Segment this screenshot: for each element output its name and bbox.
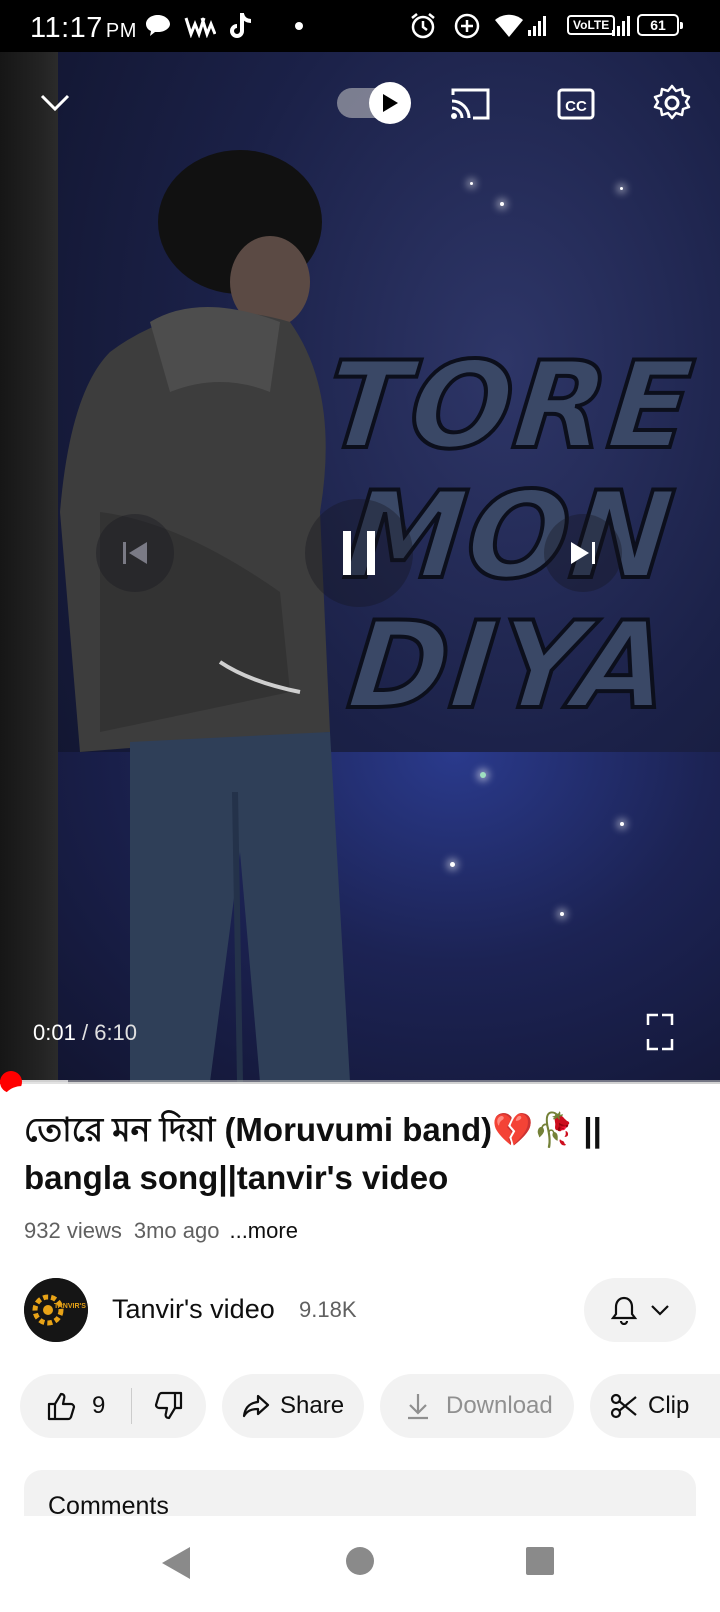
signal-icon (528, 10, 548, 42)
video-details: তোরে মন দিয়া (Moruvumi band)💔🥀 || bangl… (0, 1086, 720, 1516)
video-meta[interactable]: 932 views 3mo ago ...more (24, 1218, 298, 1244)
artwork-line-1: TORE (318, 335, 703, 478)
share-button[interactable]: Share (222, 1374, 364, 1438)
cast-icon[interactable] (445, 82, 495, 126)
status-ampm: PM (105, 20, 137, 42)
chevron-down-icon (651, 1305, 669, 1316)
like-divider (131, 1388, 133, 1424)
artwork-light (480, 772, 486, 778)
clip-label: Clip (648, 1392, 690, 1419)
app-notification-icon (184, 10, 216, 42)
channel-name[interactable]: Tanvir's video (112, 1294, 275, 1325)
view-count: 932 views (24, 1218, 122, 1243)
svg-text:CC: CC (565, 98, 587, 115)
current-time: 0:01 (33, 1020, 76, 1045)
time-separator: / (81, 1020, 89, 1045)
channel-avatar[interactable]: TANVIR'S (24, 1278, 88, 1342)
artwork-star (500, 202, 504, 206)
pause-icon[interactable] (305, 499, 413, 607)
avatar-logo-text: TANVIR'S (54, 1303, 86, 1310)
scissors-icon (610, 1393, 637, 1419)
status-time: 11:17 PM (30, 12, 137, 44)
video-player[interactable]: TORE MON DIYA CC 0:01 / 6:10 (0, 52, 720, 1082)
artwork-light (560, 912, 564, 916)
upload-age: 3mo ago (133, 1218, 220, 1243)
autoplay-play-icon (369, 82, 411, 124)
subscriber-count: 9.18K (299, 1297, 357, 1322)
artwork-star (470, 182, 473, 185)
artwork-star (620, 187, 623, 190)
settings-gear-icon[interactable] (647, 78, 697, 128)
artwork-light (450, 862, 455, 867)
artwork-light (620, 822, 624, 826)
share-icon (242, 1394, 270, 1418)
alarm-icon (409, 10, 437, 42)
wifi-icon (494, 10, 524, 42)
progress-bar[interactable] (0, 1080, 720, 1084)
recents-square-icon[interactable] (525, 1546, 555, 1576)
video-title[interactable]: তোরে মন দিয়া (Moruvumi band)💔🥀 || bangl… (24, 1106, 684, 1202)
thumbs-up-icon[interactable] (46, 1391, 76, 1421)
action-bar: 9 Share Download Clip (20, 1374, 720, 1438)
home-circle-icon[interactable] (345, 1546, 375, 1576)
previous-video-icon[interactable] (96, 514, 174, 592)
more-notifications-dot (295, 22, 303, 30)
download-icon (408, 1394, 428, 1420)
data-saver-icon (453, 10, 481, 42)
closed-captions-icon[interactable]: CC (551, 82, 601, 126)
playback-time: 0:01 / 6:10 (33, 1020, 137, 1046)
fullscreen-icon[interactable] (640, 1010, 680, 1054)
chat-bubble-icon (144, 10, 172, 42)
next-video-icon[interactable] (544, 514, 622, 592)
subscription-bell-button[interactable] (584, 1278, 696, 1342)
back-triangle-icon[interactable] (160, 1546, 192, 1580)
status-bar: 11:17 PM VoLTE 61 (0, 0, 720, 52)
artwork-line-3: DIYA (340, 595, 679, 738)
minimize-chevron-icon[interactable] (30, 78, 80, 128)
tiktok-icon (227, 10, 255, 42)
download-button[interactable]: Download (380, 1374, 574, 1438)
more-link[interactable]: ...more (229, 1218, 297, 1243)
like-dislike-pill: 9 (20, 1374, 206, 1438)
like-count[interactable]: 9 (92, 1392, 105, 1420)
share-label: Share (280, 1392, 345, 1419)
clip-button[interactable]: Clip (590, 1374, 720, 1438)
system-nav-bar (0, 1516, 720, 1612)
volte-badge: VoLTE (567, 15, 616, 35)
thumbs-down-icon[interactable] (154, 1391, 184, 1421)
channel-row: TANVIR'S Tanvir's video 9.18K (24, 1278, 696, 1348)
battery-icon: 61 (637, 14, 683, 36)
autoplay-toggle[interactable] (337, 82, 411, 124)
bell-icon (610, 1296, 638, 1325)
duration: 6:10 (94, 1020, 138, 1045)
download-label: Download (446, 1392, 553, 1419)
signal-icon-2 (612, 10, 634, 42)
